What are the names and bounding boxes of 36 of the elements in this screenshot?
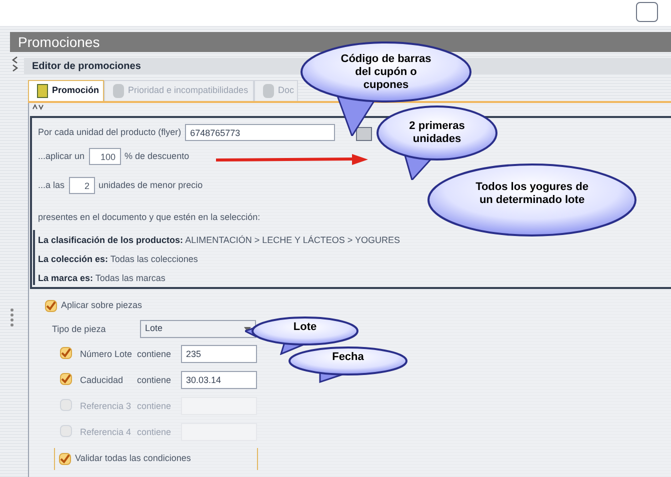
checkbox-label: Validar todas las condiciones: [75, 452, 191, 466]
piece-type-dropdown[interactable]: Lote: [140, 320, 256, 338]
tab[interactable]: Promoción: [28, 80, 104, 101]
field-label: Caducidad: [80, 374, 124, 387]
discount-field[interactable]: 100: [88, 148, 121, 165]
checkbox[interactable]: [59, 453, 71, 465]
collapse-icon[interactable]: [11, 56, 19, 72]
field-label: Número Lote: [80, 348, 132, 361]
editor-title: Editor de promociones: [32, 60, 141, 74]
field-label: Tipo de pieza: [52, 323, 106, 336]
field-label: contiene: [137, 426, 172, 439]
checkbox[interactable]: [60, 347, 72, 359]
product-code-field[interactable]: 6748765773: [185, 124, 336, 141]
condition-field[interactable]: 235: [181, 345, 257, 363]
window-title: Promociones: [18, 35, 100, 49]
field-label: unidades de menor precio: [98, 178, 203, 192]
checkbox-label: Aplicar sobre piezas: [61, 299, 142, 312]
field-label: Por cada unidad del producto (flyer): [38, 126, 182, 139]
grip-icon[interactable]: [10, 308, 14, 328]
field-label: ...a las: [38, 178, 65, 192]
units-field[interactable]: 2: [68, 177, 95, 194]
field-label: % de descuento: [124, 150, 190, 163]
condition-text: La clasificación de los productos: ALIMENTACIÓN > LECHE Y LÁCTEOS > YOGURES: [38, 234, 400, 247]
arrow-icon: [216, 153, 368, 167]
field-label: contiene: [137, 400, 172, 413]
scope-text: presentes en el documento y que estén en la selección:: [38, 211, 260, 224]
expand-icon[interactable]: [32, 104, 44, 110]
field-label: ...aplicar un: [38, 150, 85, 163]
field-label: contiene: [137, 374, 172, 387]
checkbox[interactable]: [60, 373, 72, 385]
condition-field[interactable]: 30.03.14: [181, 371, 257, 389]
condition-text: La colección es: Todas las colecciones: [38, 253, 198, 266]
field-label: Referencia 4: [80, 426, 132, 439]
field-label: Referencia 3: [80, 400, 132, 413]
field-label: contiene: [137, 348, 172, 361]
condition-text: La marca es: Todas las marcas: [38, 272, 166, 285]
